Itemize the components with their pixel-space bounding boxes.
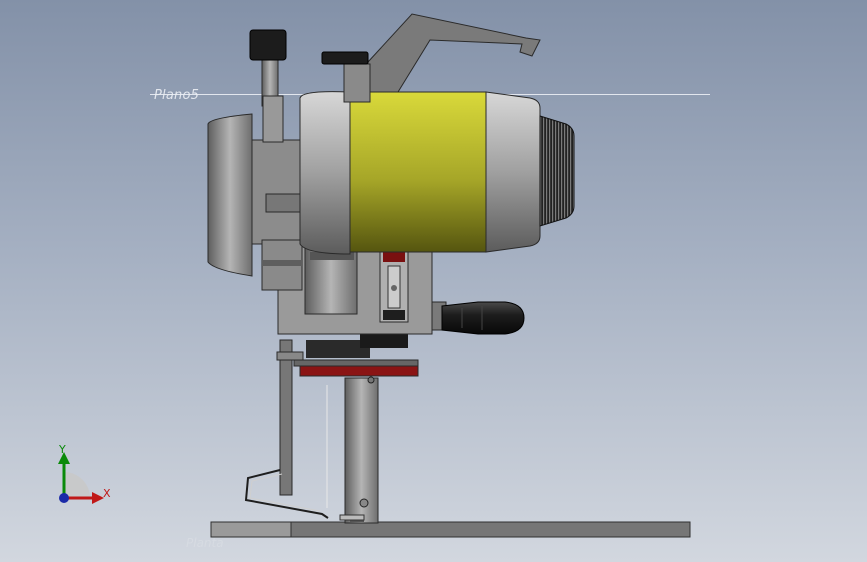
cutting-machine-model[interactable] bbox=[0, 0, 867, 562]
motor-body bbox=[299, 91, 541, 255]
base-plate bbox=[210, 521, 691, 538]
red-plate bbox=[293, 330, 419, 377]
column bbox=[344, 376, 379, 524]
cad-graphics-area[interactable]: Plano5 Planta Y X bbox=[0, 0, 867, 562]
top-handle bbox=[321, 13, 541, 103]
y-axis-label: Y bbox=[59, 443, 66, 456]
triad-plane bbox=[64, 472, 90, 498]
side-handle bbox=[441, 301, 525, 335]
front-guard bbox=[207, 113, 305, 291]
motor-fan-cover bbox=[539, 115, 575, 227]
control-box bbox=[277, 241, 447, 335]
x-axis-label: X bbox=[103, 487, 111, 500]
sharpener-knob bbox=[249, 29, 287, 143]
z-axis-origin bbox=[59, 493, 69, 503]
coordinate-triad: Y X bbox=[50, 440, 120, 512]
